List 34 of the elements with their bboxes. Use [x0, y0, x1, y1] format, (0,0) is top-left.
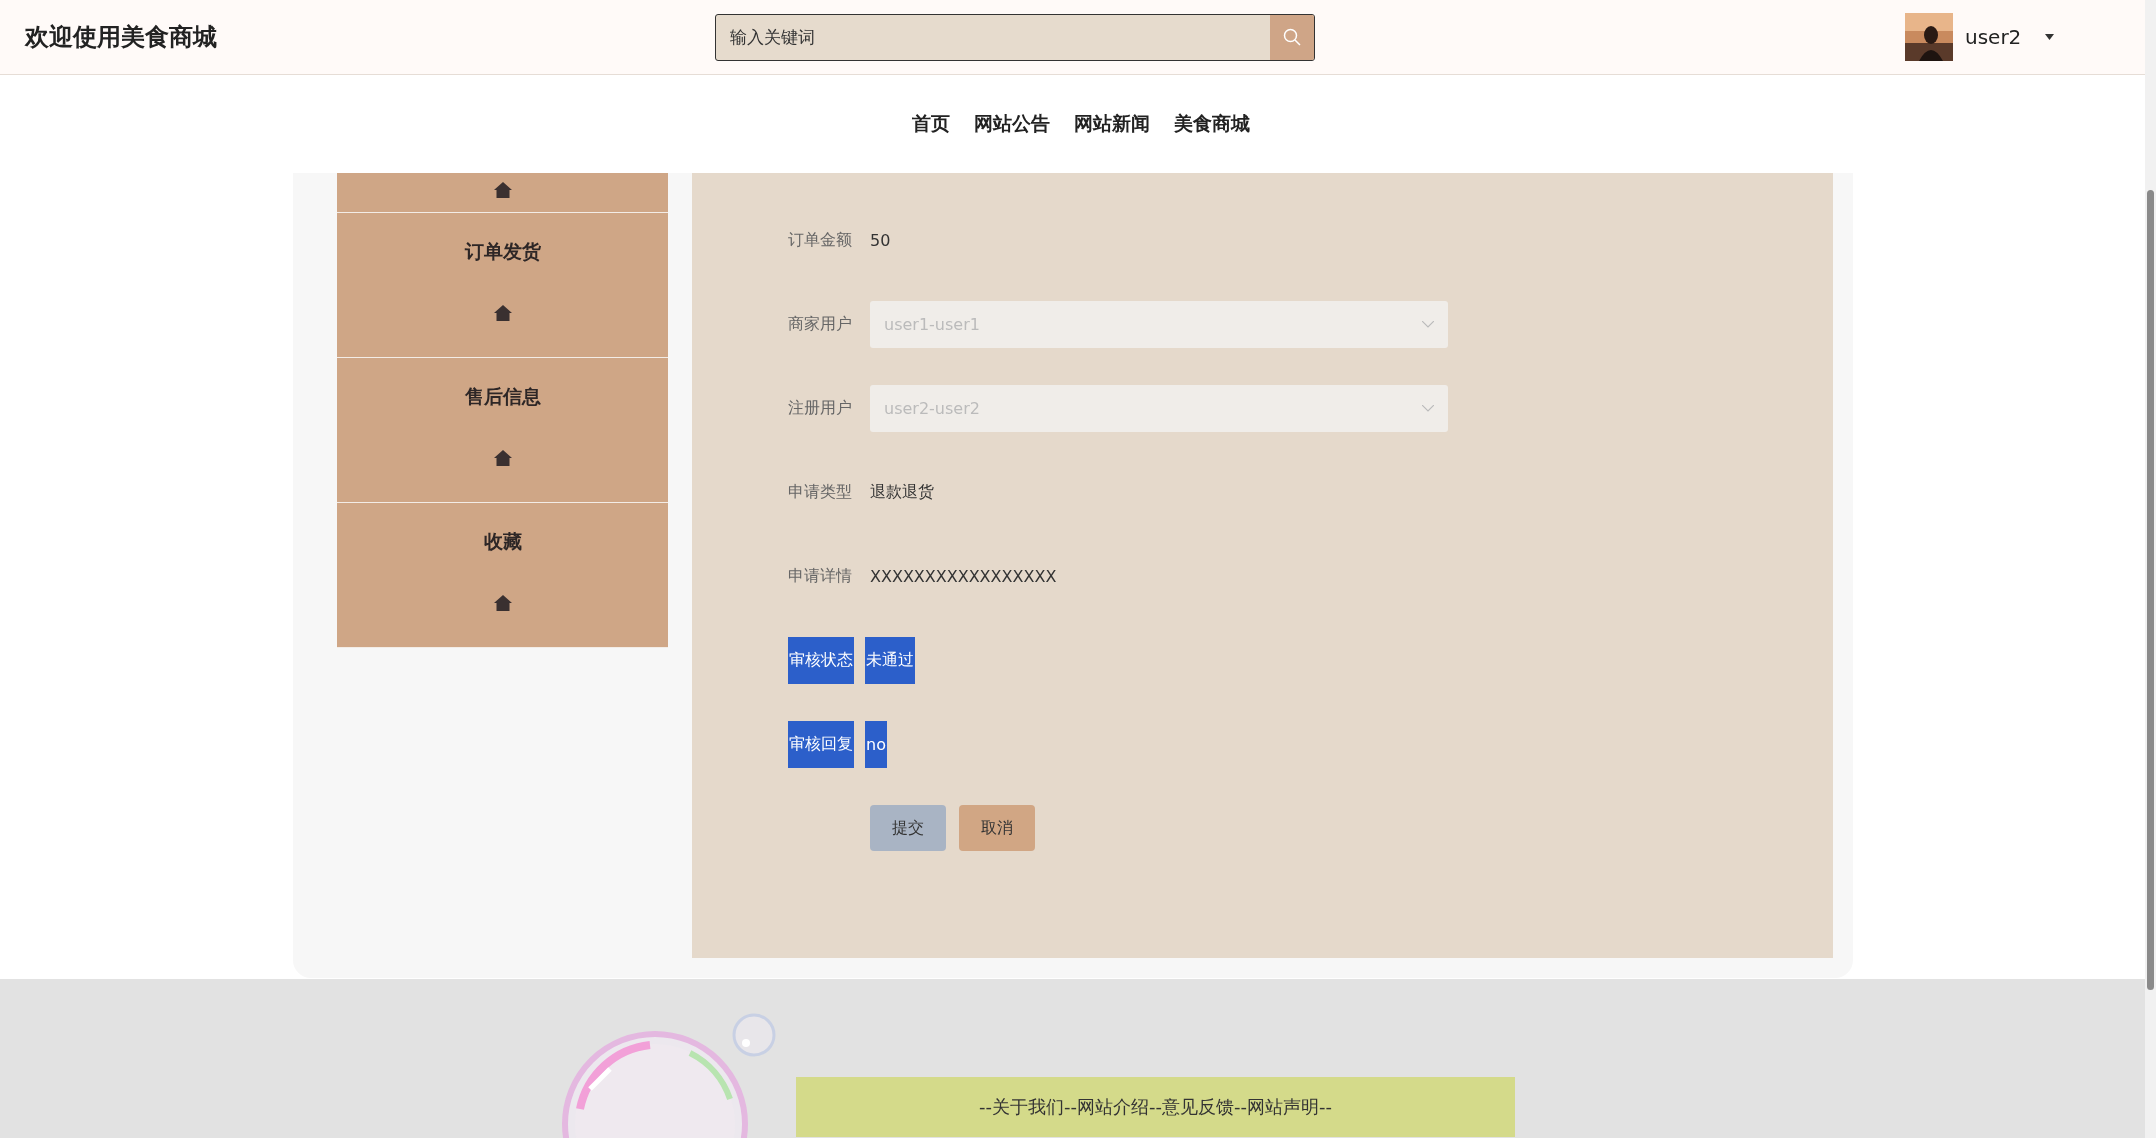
status-value: 未通过: [865, 637, 915, 684]
nav-link[interactable]: 美食商城: [1173, 111, 1250, 137]
home-icon: [493, 181, 512, 198]
sidebar-item[interactable]: 订单发货: [337, 213, 668, 358]
field-label: 商家用户: [788, 314, 853, 335]
nav-link[interactable]: 网站新闻: [1073, 111, 1150, 137]
field-value: 50: [870, 231, 891, 250]
cancel-button[interactable]: 取消: [959, 805, 1035, 851]
nav-link[interactable]: 首页: [911, 111, 950, 137]
field-label: 申请类型: [788, 482, 853, 503]
scrollbar[interactable]: [2145, 0, 2156, 1138]
status-label: 审核回复: [788, 721, 854, 768]
nav-link[interactable]: 网站公告: [973, 111, 1050, 137]
status-value: no: [865, 721, 887, 768]
field-label: 订单金额: [788, 230, 853, 251]
footer-links[interactable]: --关于我们--网站介绍--意见反馈--网站声明--: [796, 1077, 1515, 1137]
field-label: 申请详情: [788, 566, 853, 587]
sidebar-item[interactable]: 售后信息: [337, 358, 668, 503]
field-value: XXXXXXXXXXXXXXXXX: [870, 567, 1057, 586]
home-icon: [493, 595, 512, 611]
home-icon: [493, 450, 512, 466]
field-value: 退款退货: [870, 482, 934, 503]
field-label: 注册用户: [788, 398, 853, 419]
home-icon: [493, 305, 512, 321]
username[interactable]: user2: [1965, 25, 2022, 49]
search-button[interactable]: [1270, 14, 1314, 60]
chevron-down-icon: [1422, 405, 1434, 412]
sidebar-item[interactable]: 收藏: [337, 503, 668, 648]
status-label: 审核状态: [788, 637, 854, 684]
caret-icon[interactable]: [2045, 34, 2055, 40]
chevron-down-icon: [1422, 321, 1434, 328]
submit-button[interactable]: 提交: [870, 805, 946, 851]
site-title: 欢迎使用美食商城: [25, 22, 218, 53]
search-icon: [1283, 28, 1301, 46]
